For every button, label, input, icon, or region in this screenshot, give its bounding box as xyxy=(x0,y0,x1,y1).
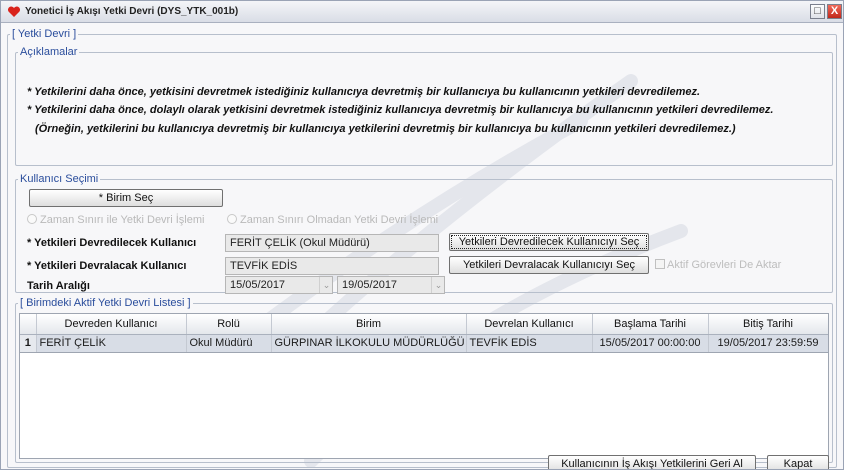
from-user-field[interactable]: FERİT ÇELİK (Okul Müdürü) xyxy=(225,234,439,252)
explanation-line-1: * Yetkilerini daha önce, yetkisini devre… xyxy=(27,86,701,98)
maximize-icon[interactable]: □ xyxy=(810,4,825,19)
col-header-role[interactable]: Rolü xyxy=(186,314,272,335)
col-header-to-user[interactable]: Devrelan Kullanıcı xyxy=(466,314,593,335)
start-date-field[interactable]: 15/05/2017 xyxy=(225,276,333,294)
cell-end-date: 19/05/2017 23:59:59 xyxy=(708,333,828,353)
to-user-label: * Yetkileri Devralacak Kullanıcı xyxy=(27,260,187,272)
cell-start-date: 15/05/2017 00:00:00 xyxy=(592,333,709,353)
end-date-dropdown-icon[interactable]: ⌄ xyxy=(431,277,445,293)
delegations-table[interactable]: Devreden Kullanıcı Rolü Birim Devrelan K… xyxy=(19,313,829,459)
main-window: Yonetici İş Akışı Yetki Devri (DYS_YTK_0… xyxy=(0,0,844,470)
select-unit-button[interactable]: * Birim Seç xyxy=(29,189,223,207)
col-header-unit[interactable]: Birim xyxy=(271,314,467,335)
col-header-end-date[interactable]: Bitiş Tarihi xyxy=(708,314,828,335)
close-button[interactable]: Kapat xyxy=(767,455,829,469)
to-user-field[interactable]: TEVFİK EDİS xyxy=(225,257,439,275)
title-bar[interactable]: Yonetici İş Akışı Yetki Devri (DYS_YTK_0… xyxy=(1,1,843,23)
active-delegations-legend: [ Birimdeki Aktif Yetki Devri Listesi ] xyxy=(20,297,191,309)
col-header-start-date[interactable]: Başlama Tarihi xyxy=(592,314,709,335)
col-header-from-user[interactable]: Devreden Kullanıcı xyxy=(36,314,187,335)
app-heart-icon xyxy=(7,6,21,17)
checkbox-icon xyxy=(655,259,665,269)
explanation-line-3: (Örneğin, yetkilerini bu kullanıcıya dev… xyxy=(35,123,736,135)
explanations-legend: Açıklamalar xyxy=(20,46,78,58)
from-user-label: * Yetkileri Devredilecek Kullanıcı xyxy=(27,237,197,249)
radio-with-time-limit-label: Zaman Sınırı ile Yetki Devri İşlemi xyxy=(40,214,205,226)
cell-unit: GÜRPINAR İLKOKULU MÜDÜRLÜĞÜ xyxy=(271,333,467,353)
user-selection-legend: Kullanıcı Seçimi xyxy=(20,173,99,185)
date-range-label: Tarih Aralığı xyxy=(27,280,90,292)
radio-without-time-limit-label: Zaman Sınırı Olmadan Yetki Devri İşlemi xyxy=(240,214,439,226)
radio-without-time-limit[interactable]: Zaman Sınırı Olmadan Yetki Devri İşlemi xyxy=(227,214,438,228)
revoke-workflow-permissions-button[interactable]: Kullanıcının İş Akışı Yetkilerini Geri A… xyxy=(548,455,756,469)
delegation-group-legend: [ Yetki Devri ] xyxy=(12,28,77,40)
close-icon[interactable]: X xyxy=(827,4,842,19)
select-from-user-button[interactable]: Yetkileri Devredilecek Kullanıcıyı Seç xyxy=(449,233,649,251)
start-date-dropdown-icon[interactable]: ⌄ xyxy=(319,277,333,293)
table-header-row: Devreden Kullanıcı Rolü Birim Devrelan K… xyxy=(20,314,828,335)
cell-to-user: TEVFİK EDİS xyxy=(466,333,593,353)
cell-from-user: FERİT ÇELİK xyxy=(36,333,187,353)
explanation-line-2: * Yetkilerini daha önce, dolaylı olarak … xyxy=(27,104,774,116)
window-title: Yonetici İş Akışı Yetki Devri (DYS_YTK_0… xyxy=(25,6,239,17)
radio-with-time-limit[interactable]: Zaman Sınırı ile Yetki Devri İşlemi xyxy=(27,214,204,228)
radio-icon xyxy=(27,214,37,224)
radio-icon xyxy=(227,214,237,224)
table-row[interactable]: 1 FERİT ÇELİK Okul Müdürü GÜRPINAR İLKOK… xyxy=(20,333,828,353)
col-header-rownum[interactable] xyxy=(20,314,37,335)
end-date-field[interactable]: 19/05/2017 xyxy=(337,276,445,294)
select-to-user-button[interactable]: Yetkileri Devralacak Kullanıcıyı Seç xyxy=(449,256,649,274)
transfer-active-duties-label: Aktif Görevleri De Aktar xyxy=(667,259,782,271)
cell-role: Okul Müdürü xyxy=(186,333,272,353)
row-number: 1 xyxy=(20,333,37,353)
transfer-active-duties-checkbox[interactable]: Aktif Görevleri De Aktar xyxy=(655,259,781,271)
